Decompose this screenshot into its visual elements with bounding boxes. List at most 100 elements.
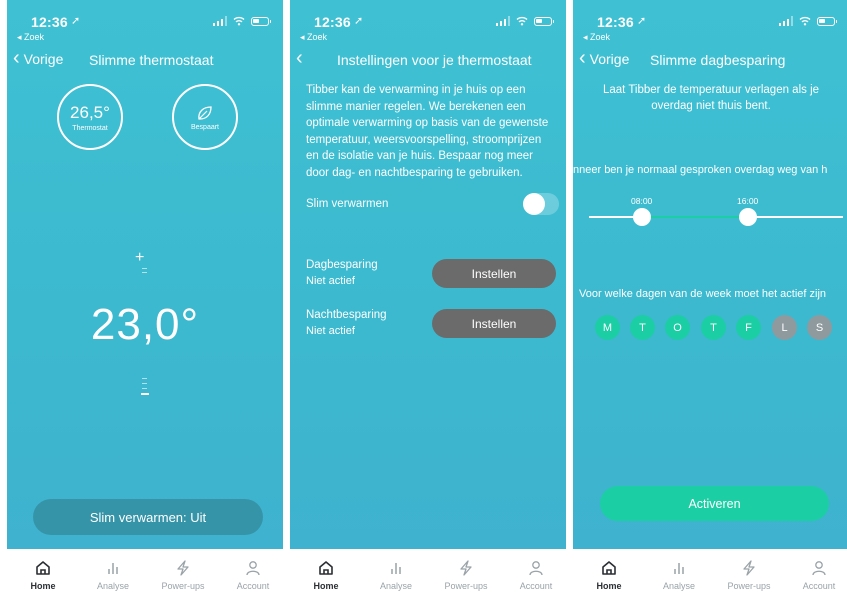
person-icon [246,561,260,576]
back-to-app-link[interactable]: ◂ Zoek [17,32,44,43]
thermostat-circle[interactable]: 26,5° Thermostat [57,84,123,150]
background: 12:36 ➚ ◂ Zoek ‹ Vorige Slimme thermosta… [7,0,283,549]
tab-label: Power-ups [727,581,771,591]
night-saving-setup-button[interactable]: Instellen [432,309,556,338]
background: 12:36 ➚ ◂ Zoek ‹ Vorige Slimme dagbespar… [573,0,847,549]
status-time: 12:36 [31,14,68,30]
back-label: Vorige [23,51,64,67]
switch-knob [523,193,545,215]
savings-circle[interactable]: Bespaart [172,84,238,150]
day-saving-status: Niet actief [306,275,355,287]
tab-home[interactable]: Home [296,559,356,591]
night-saving-label: Nachtbesparing [306,309,387,321]
day-label: T [710,321,717,334]
location-arrow-icon: ➚ [354,15,364,27]
back-button[interactable]: ‹ Vorige [13,47,64,69]
day-toggle[interactable]: L [772,315,797,340]
bar-chart-icon [674,563,684,574]
tab-home[interactable]: Home [13,559,73,591]
status-time: 12:36 [314,14,351,30]
time-question: nneer ben je normaal gesproken overdag w… [573,164,828,176]
tab-account[interactable]: Account [223,559,283,591]
target-temperature: 23,0° [90,300,200,349]
background: 12:36 ➚ ◂ Zoek ‹ Instellingen voor je th… [290,0,566,549]
tab-label: Home [313,581,339,591]
tab-label: Power-ups [444,581,488,591]
location-arrow-icon: ➚ [71,15,81,27]
end-time-handle[interactable] [739,208,757,226]
signal-icon [212,16,227,26]
wifi-icon [233,16,245,26]
day-label: O [673,321,682,334]
smart-heating-toggle-button[interactable]: Slim verwarmen: Uit [33,499,263,535]
day-toggle[interactable]: O [665,315,690,340]
person-icon [529,561,543,576]
end-time-label: 16:00 [737,196,759,206]
tab-bar: Home Analyse Power-ups Account [573,549,847,604]
day-label: T [639,321,646,334]
screen-thermostat-settings: 12:36 ➚ ◂ Zoek ‹ Instellingen voor je th… [290,0,566,604]
day-toggle[interactable]: S [807,315,832,340]
tab-analyse[interactable]: Analyse [83,559,143,591]
back-button[interactable]: ‹ [296,47,303,69]
home-icon [36,561,50,575]
tab-power-ups[interactable]: Power-ups [153,559,213,591]
night-saving-status: Niet actief [306,325,355,337]
back-label: Vorige [589,51,630,67]
lightning-icon [743,560,755,576]
decrease-temp-button[interactable] [141,393,149,395]
day-toggle[interactable]: T [630,315,655,340]
tab-analyse[interactable]: Analyse [366,559,426,591]
tab-bar: Home Analyse Power-ups Account [290,549,566,604]
chevron-left-icon: ‹ [13,47,20,69]
home-icon [319,561,333,575]
page-title: Instellingen voor je thermostaat [337,52,532,68]
tab-account[interactable]: Account [506,559,566,591]
status-bar: 12:36 ➚ ◂ Zoek [573,8,847,42]
day-toggle[interactable]: T [701,315,726,340]
day-toggle[interactable]: M [595,315,620,340]
home-icon [602,561,616,575]
increase-temp-button[interactable]: + [135,249,144,267]
scale-tick [142,378,147,379]
battery-icon [534,16,554,26]
wifi-icon [799,16,811,26]
chevron-left-icon: ‹ [579,47,586,69]
chevron-left-icon: ‹ [296,47,303,69]
thermostat-label: Thermostat [72,124,108,132]
day-label: S [815,321,824,334]
thermostat-value: 26,5° [70,102,110,122]
tab-home[interactable]: Home [579,559,639,591]
activate-button[interactable]: Activeren [600,486,829,521]
start-time-label: 08:00 [631,196,653,206]
day-saving-setup-button[interactable]: Instellen [432,259,556,288]
signal-icon [778,16,793,26]
day-label: F [745,321,752,334]
smart-heating-switch[interactable] [523,193,559,215]
day-toggle[interactable]: F [736,315,761,340]
tab-analyse[interactable]: Analyse [649,559,709,591]
days-question: Voor welke dagen van de week moet het ac… [579,288,827,300]
battery-icon [817,16,837,26]
page-title: Slimme thermostaat [89,52,214,68]
signal-icon [495,16,510,26]
lightning-icon [460,560,472,576]
tab-label: Power-ups [161,581,205,591]
nav-bar: ‹ Vorige Slimme thermostaat [7,47,283,72]
back-to-app-link[interactable]: ◂ Zoek [300,32,327,43]
back-button[interactable]: ‹ Vorige [579,47,630,69]
tab-label: Analyse [662,581,696,591]
start-time-handle[interactable] [633,208,651,226]
status-bar: 12:36 ➚ ◂ Zoek [290,8,566,42]
back-to-app-link[interactable]: ◂ Zoek [583,32,610,43]
tab-label: Analyse [96,581,130,591]
tab-label: Home [596,581,622,591]
tab-power-ups[interactable]: Power-ups [719,559,779,591]
tab-label: Home [30,581,56,591]
tab-power-ups[interactable]: Power-ups [436,559,496,591]
lightning-icon [177,560,189,576]
tab-account[interactable]: Account [789,559,847,591]
intro-text: Laat Tibber de temperatuur verlagen als … [602,84,820,112]
scale-tick [142,272,147,273]
screen-thermostat: 12:36 ➚ ◂ Zoek ‹ Vorige Slimme thermosta… [7,0,283,604]
